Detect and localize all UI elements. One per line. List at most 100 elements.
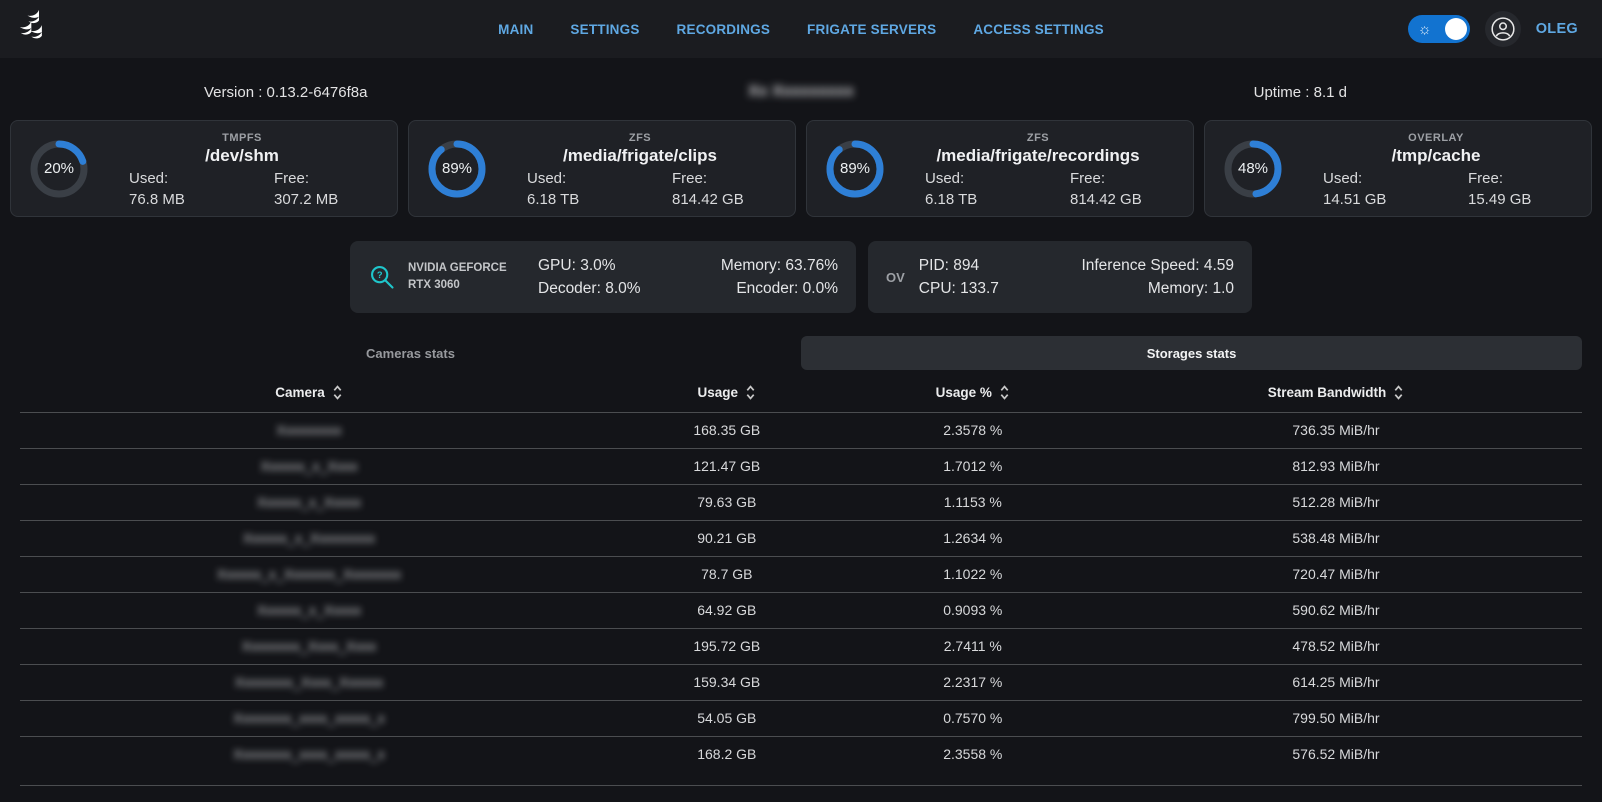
table-row: Xxxxxxxx_xxxx_xxxxx_x54.05 GB0.7570 %799…: [20, 700, 1582, 736]
storage-info: OVERLAY /tmp/cache Used: 14.51 GB Free: …: [1285, 124, 1591, 214]
info-bar: Version : 0.13.2-6476f8a Xx Xxxxxxxxx Up…: [0, 78, 1602, 106]
storage-info: ZFS /media/frigate/clips Used: 6.18 TB F…: [489, 124, 795, 214]
free-label: Free:: [672, 170, 707, 187]
column-header-usage-percent[interactable]: Usage %: [856, 374, 1090, 412]
storage-card: 20% TMPFS /dev/shm Used: 76.8 MB Free: 3…: [10, 120, 398, 217]
camera-name-blurred: Xxxxxxxx_xxxx_xxxxx_x: [20, 700, 598, 736]
tab-cameras-stats[interactable]: Cameras stats: [20, 336, 801, 370]
stream-bandwidth-cell: 812.93 MiB/hr: [1090, 448, 1582, 484]
usage-cell: 78.7 GB: [598, 556, 856, 592]
usage-donut-chart: 48%: [1221, 137, 1285, 201]
gpu-search-icon: ?: [368, 263, 396, 291]
version-label: Version : 0.13.2-6476f8a: [0, 84, 748, 101]
detector-pid-stat: PID: 894: [919, 257, 1077, 275]
fs-type-label: ZFS: [495, 132, 785, 144]
camera-name-blurred: Xxxxxxxx_xxxx_xxxxx_x: [20, 736, 598, 772]
process-cards-row: ? NVIDIA GEFORCE RTX 3060 GPU: 3.0% Memo…: [0, 241, 1602, 313]
usage-cell: 121.47 GB: [598, 448, 856, 484]
user-avatar-button[interactable]: [1485, 11, 1521, 47]
used-label: Used:: [527, 170, 566, 187]
uptime-label: Uptime : 8.1 d: [1254, 84, 1602, 101]
camera-name-blurred: Xxxxxxxx_Xxxx_Xxxxxx: [20, 664, 598, 700]
toggle-knob: [1445, 18, 1467, 40]
usage-donut-chart: 89%: [823, 137, 887, 201]
usage-percent-label: 89%: [823, 137, 887, 201]
fs-path-label: /media/frigate/recordings: [893, 146, 1183, 166]
stream-bandwidth-cell: 736.35 MiB/hr: [1090, 412, 1582, 448]
detector-inference-stat: Inference Speed: 4.59: [1076, 257, 1234, 275]
table-header-row: Camera Usage Usage % Stream Bandwidth: [20, 374, 1582, 412]
stream-bandwidth-cell: 512.28 MiB/hr: [1090, 484, 1582, 520]
sort-icon[interactable]: [745, 385, 756, 400]
usage-percent-cell: 2.2317 %: [856, 664, 1090, 700]
table-row: Xxxxxx_x_Xxxxxxxxx90.21 GB1.2634 %538.48…: [20, 520, 1582, 556]
table-row: Xxxxxxxxx168.35 GB2.3578 %736.35 MiB/hr: [20, 412, 1582, 448]
nav-item-access-settings[interactable]: ACCESS SETTINGS: [973, 22, 1104, 37]
used-label: Used:: [1323, 170, 1362, 187]
usage-cell: 168.35 GB: [598, 412, 856, 448]
table-partial-row: [20, 772, 1582, 786]
sun-icon: ☼: [1418, 22, 1432, 37]
top-nav-bar: MAIN SETTINGS RECORDINGS FRIGATE SERVERS…: [0, 0, 1602, 58]
gpu-usage-stat: GPU: 3.0%: [538, 257, 688, 275]
table-row: Xxxxxxxx_xxxx_xxxxx_x168.2 GB2.3558 %576…: [20, 736, 1582, 772]
camera-name-blurred: Xxxxxx_x_Xxxxx: [20, 592, 598, 628]
theme-toggle[interactable]: ☼: [1408, 15, 1470, 43]
usage-percent-cell: 0.9093 %: [856, 592, 1090, 628]
detector-name-label: OV: [886, 270, 905, 285]
sort-icon[interactable]: [999, 385, 1010, 400]
column-header-camera[interactable]: Camera: [20, 374, 598, 412]
used-value: 6.18 TB: [527, 191, 579, 208]
nav-links: MAIN SETTINGS RECORDINGS FRIGATE SERVERS…: [498, 0, 1104, 58]
camera-name-blurred: Xxxxxx_x_Xxxx: [20, 448, 598, 484]
usage-percent-cell: 1.1153 %: [856, 484, 1090, 520]
free-value: 15.49 GB: [1468, 191, 1531, 208]
used-value: 14.51 GB: [1323, 191, 1386, 208]
sort-icon[interactable]: [1393, 385, 1404, 400]
nav-item-recordings[interactable]: RECORDINGS: [677, 22, 771, 37]
usage-percent-cell: 2.3578 %: [856, 412, 1090, 448]
usage-cell: 64.92 GB: [598, 592, 856, 628]
fs-type-label: TMPFS: [97, 132, 387, 144]
camera-name-blurred: Xxxxxxxxx: [20, 412, 598, 448]
used-value: 6.18 TB: [925, 191, 977, 208]
table-row: Xxxxxx_x_Xxxxx79.63 GB1.1153 %512.28 MiB…: [20, 484, 1582, 520]
table-row: Xxxxxx_x_Xxxx121.47 GB1.7012 %812.93 MiB…: [20, 448, 1582, 484]
nav-item-main[interactable]: MAIN: [498, 22, 533, 37]
username-label[interactable]: OLEG: [1536, 21, 1578, 37]
storage-card: 48% OVERLAY /tmp/cache Used: 14.51 GB Fr…: [1204, 120, 1592, 217]
table-row: Xxxxxx_x_Xxxxxxx_Xxxxxxxx78.7 GB1.1022 %…: [20, 556, 1582, 592]
free-value: 307.2 MB: [274, 191, 338, 208]
server-title-blurred: Xx Xxxxxxxxx: [748, 83, 854, 101]
usage-percent-cell: 2.7411 %: [856, 628, 1090, 664]
usage-donut-chart: 89%: [425, 137, 489, 201]
storage-info: TMPFS /dev/shm Used: 76.8 MB Free: 307.2…: [91, 124, 397, 214]
nav-item-settings[interactable]: SETTINGS: [570, 22, 639, 37]
stream-bandwidth-cell: 590.62 MiB/hr: [1090, 592, 1582, 628]
gpu-name: NVIDIA GEFORCE RTX 3060: [408, 260, 524, 295]
usage-cell: 90.21 GB: [598, 520, 856, 556]
column-header-usage[interactable]: Usage: [598, 374, 856, 412]
column-header-stream-bandwidth[interactable]: Stream Bandwidth: [1090, 374, 1582, 412]
usage-donut-chart: 20%: [27, 137, 91, 201]
used-label: Used:: [925, 170, 964, 187]
usage-cell: 159.34 GB: [598, 664, 856, 700]
free-label: Free:: [1070, 170, 1105, 187]
svg-text:?: ?: [377, 270, 383, 280]
used-label: Used:: [129, 170, 168, 187]
tab-storages-stats[interactable]: Storages stats: [801, 336, 1582, 370]
fs-type-label: ZFS: [893, 132, 1183, 144]
storage-card: 89% ZFS /media/frigate/clips Used: 6.18 …: [408, 120, 796, 217]
table-row: Xxxxxxxx_Xxxx_Xxxxxx159.34 GB2.2317 %614…: [20, 664, 1582, 700]
usage-cell: 79.63 GB: [598, 484, 856, 520]
nav-item-frigate-servers[interactable]: FRIGATE SERVERS: [807, 22, 936, 37]
stream-bandwidth-cell: 576.52 MiB/hr: [1090, 736, 1582, 772]
sort-icon[interactable]: [332, 385, 343, 400]
free-value: 814.42 GB: [1070, 191, 1142, 208]
usage-percent-cell: 1.2634 %: [856, 520, 1090, 556]
storages-stats-table: Camera Usage Usage % Stream Bandwidth Xx…: [20, 374, 1582, 772]
storage-card: 89% ZFS /media/frigate/recordings Used: …: [806, 120, 1194, 217]
usage-percent-label: 20%: [27, 137, 91, 201]
usage-cell: 168.2 GB: [598, 736, 856, 772]
stream-bandwidth-cell: 538.48 MiB/hr: [1090, 520, 1582, 556]
